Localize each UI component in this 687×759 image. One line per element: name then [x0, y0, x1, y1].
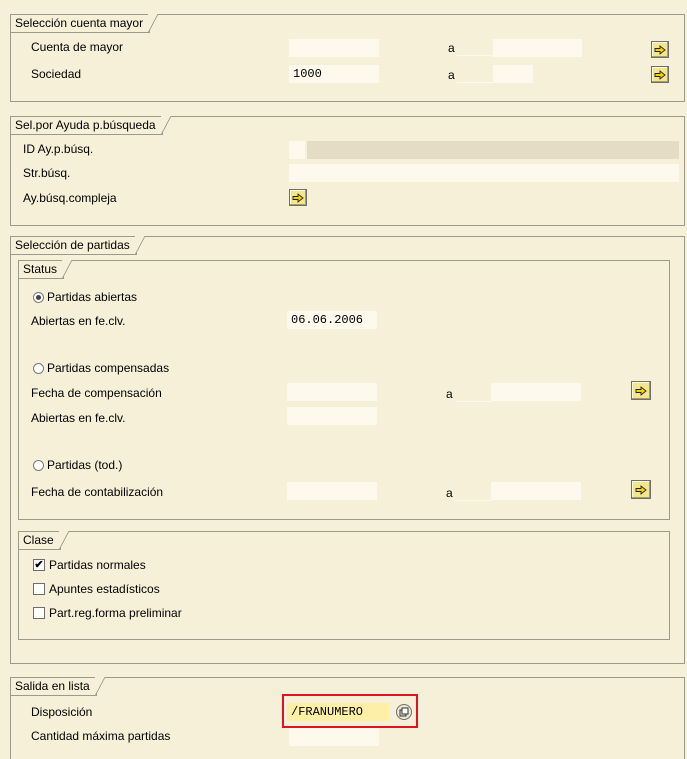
fecha-compensacion-from-input[interactable] [287, 383, 377, 401]
disposicion-input[interactable]: /FRANUMERO [287, 703, 389, 721]
label-abiertas-fe-clv: Abiertas en fe.clv. [31, 314, 126, 328]
to-separator [457, 82, 493, 83]
label-partidas-compensadas: Partidas compensadas [47, 361, 170, 375]
group-title-clase: Clase [19, 531, 69, 550]
cuenta-mayor-from-input[interactable] [289, 39, 379, 57]
group-title-status: Status [19, 260, 73, 279]
label-to: a [448, 68, 455, 82]
group-salida-lista: Salida en lista Disposición /FRANUMERO C… [10, 677, 685, 759]
to-separator [457, 55, 493, 56]
fecha-contabilizacion-to-input[interactable] [491, 482, 581, 500]
arrow-right-icon [635, 484, 647, 495]
abiertas-fecha-input[interactable]: 06.06.2006 [287, 311, 377, 329]
label-abiertas-fe-clv-2: Abiertas en fe.clv. [31, 411, 126, 425]
label-apuntes-estadisticos: Apuntes estadísticos [49, 582, 160, 596]
choose-layout-button[interactable] [396, 704, 412, 720]
fecha-contabilizacion-multiselect-button[interactable] [631, 480, 651, 499]
label-disposicion: Disposición [31, 705, 93, 719]
abiertas-fecha-2-input[interactable] [287, 407, 377, 425]
to-separator [455, 500, 491, 501]
cantidad-maxima-input[interactable] [289, 728, 379, 746]
id-ay-busq-input[interactable] [289, 141, 305, 159]
sociedad-from-input[interactable]: 1000 [289, 65, 379, 83]
id-ay-busq-description [307, 141, 679, 159]
label-sociedad: Sociedad [31, 67, 82, 81]
group-title-ayuda: Sel.por Ayuda p.búsqueda [11, 116, 171, 135]
group-status: Status Partidas abiertas Abiertas en fe.… [18, 260, 670, 520]
label-fecha-contabilizacion: Fecha de contabilización [31, 485, 164, 499]
radio-partidas-todas[interactable] [33, 460, 44, 471]
label-ay-busq-compleja: Ay.búsq.compleja [23, 191, 117, 205]
checkbox-apuntes-estadisticos[interactable] [33, 583, 45, 595]
label-part-reg-preliminar: Part.reg.forma preliminar [49, 606, 182, 620]
ay-busq-compleja-button[interactable] [289, 189, 307, 206]
group-title-partidas: Selección de partidas [11, 236, 145, 255]
choose-layout-icon [399, 707, 409, 717]
label-cantidad-maxima: Cantidad máxima partidas [31, 729, 171, 743]
arrow-right-icon [654, 44, 666, 55]
checkbox-part-reg-preliminar[interactable] [33, 607, 45, 619]
label-cuenta-de-mayor: Cuenta de mayor [31, 40, 124, 54]
fecha-compensacion-multiselect-button[interactable] [631, 381, 651, 400]
label-partidas-abiertas: Partidas abiertas [47, 290, 138, 304]
group-seleccion-cuenta-mayor: Selección cuenta mayor Cuenta de mayor a… [10, 14, 685, 102]
radio-partidas-abiertas[interactable] [33, 292, 44, 303]
group-ayuda-busqueda: Sel.por Ayuda p.búsqueda ID Ay.p.búsq. S… [10, 116, 685, 226]
label-to: a [446, 486, 453, 500]
label-id-ay-busq: ID Ay.p.búsq. [23, 142, 94, 156]
label-fecha-compensacion: Fecha de compensación [31, 386, 162, 400]
label-str-busq: Str.búsq. [23, 166, 71, 180]
to-separator [455, 401, 491, 402]
str-busq-input[interactable] [289, 164, 679, 182]
group-title-salida: Salida en lista [11, 677, 105, 696]
label-to: a [448, 41, 455, 55]
radio-partidas-compensadas[interactable] [33, 363, 44, 374]
checkbox-partidas-normales[interactable]: ✔ [33, 559, 45, 571]
fecha-contabilizacion-from-input[interactable] [287, 482, 377, 500]
group-title-cuenta-mayor: Selección cuenta mayor [11, 14, 159, 33]
group-clase: Clase ✔ Partidas normales Apuntes estadí… [18, 531, 670, 640]
cuenta-mayor-to-input[interactable] [493, 39, 582, 57]
label-partidas-normales: Partidas normales [49, 558, 146, 572]
arrow-right-icon [292, 192, 304, 203]
sociedad-to-input[interactable] [493, 65, 533, 83]
cuenta-mayor-multiselect-button[interactable] [651, 41, 669, 58]
arrow-right-icon [654, 69, 666, 80]
arrow-right-icon [635, 385, 647, 396]
label-partidas-todas: Partidas (tod.) [47, 458, 123, 472]
sociedad-multiselect-button[interactable] [651, 66, 669, 83]
fecha-compensacion-to-input[interactable] [491, 383, 581, 401]
label-to: a [446, 387, 453, 401]
